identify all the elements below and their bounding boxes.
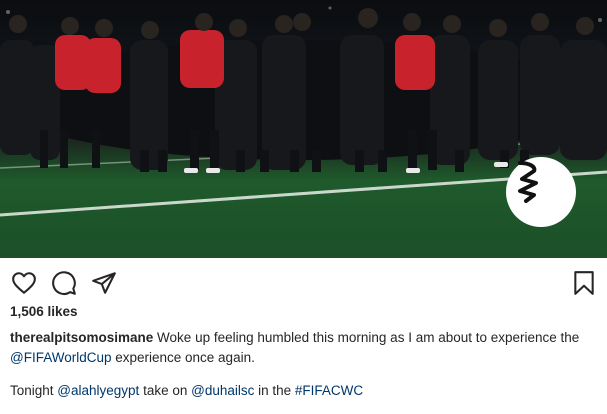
post-caption-continued: Tonight @alahlyegypt take on @duhailsc i…	[10, 381, 600, 401]
caption-text: Woke up feeling humbled this morning as …	[153, 330, 580, 345]
caption-text: experience once again.	[111, 350, 255, 365]
caption-text: take on	[139, 383, 192, 398]
post-caption: therealpitsomosimane Woke up feeling hum…	[10, 328, 600, 368]
share-icon[interactable]	[91, 270, 117, 296]
post-actions-bar	[0, 258, 607, 304]
heart-icon[interactable]	[11, 270, 37, 296]
mention-duhailsc[interactable]: @duhailsc	[191, 383, 254, 398]
caption-text: in the	[254, 383, 295, 398]
caption-text: Tonight	[10, 383, 58, 398]
team-huddle-illustration	[0, 6, 607, 217]
hashtag-fifacwc[interactable]: #FIFACWC	[295, 383, 363, 398]
likes-count[interactable]: 1,506 likes	[10, 304, 78, 319]
post-photo[interactable]	[0, 0, 607, 258]
bookmark-icon[interactable]	[571, 270, 597, 296]
mention-fifaworldcup[interactable]: @FIFAWorldCup	[10, 350, 111, 365]
caption-username[interactable]: therealpitsomosimane	[10, 330, 153, 345]
mention-alahlyegypt[interactable]: @alahlyegypt	[57, 383, 139, 398]
comment-icon[interactable]	[51, 270, 77, 296]
club-logo-icon	[506, 157, 576, 227]
